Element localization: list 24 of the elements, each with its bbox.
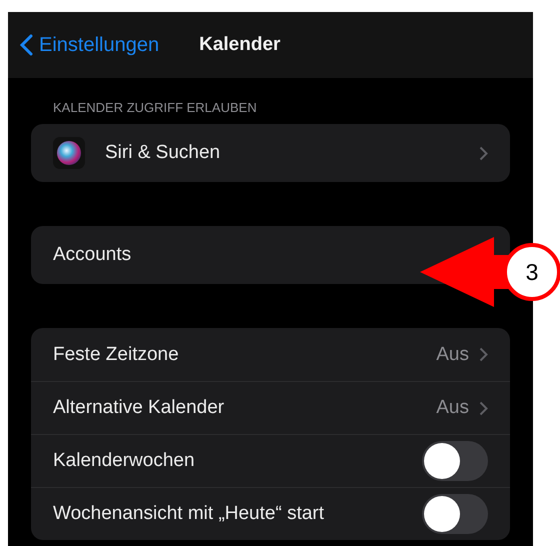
row-label: Siri & Suchen (105, 142, 222, 164)
chevron-icon (479, 347, 488, 362)
toggle-switch[interactable] (422, 441, 488, 481)
section-header: KALENDER ZUGRIFF ERLAUBEN (52, 100, 258, 117)
back-button[interactable]: Einstellungen (20, 34, 160, 56)
settings-row[interactable]: Wochenansicht mit „Heute“ start (31, 487, 510, 540)
settings-row[interactable]: Kalenderwochen (31, 434, 510, 487)
row-label: Feste Zeitzone (53, 344, 180, 366)
setting-value: Aus (436, 344, 469, 366)
chevron-icon (479, 400, 488, 416)
settings-row[interactable]: Siri & Suchen (31, 124, 510, 182)
toggle-switch[interactable] (422, 494, 488, 534)
setting-value: Aus (436, 397, 469, 419)
row-label: Kalenderwochen (53, 450, 196, 472)
siri-app-icon (53, 137, 85, 169)
settings-row[interactable]: Accounts (31, 226, 154, 284)
row-label: Wochenansicht mit „Heute“ start (53, 503, 326, 525)
back-chevron-icon (20, 34, 33, 56)
chevron-icon (479, 146, 488, 160)
screen-title: Kalender (199, 34, 280, 56)
settings-row[interactable]: Alternative Kalender Aus (31, 381, 510, 434)
settings-row[interactable]: Feste Zeitzone Aus (31, 328, 510, 381)
row-label: Accounts (53, 244, 132, 266)
row-label: Alternative Kalender (53, 397, 226, 419)
